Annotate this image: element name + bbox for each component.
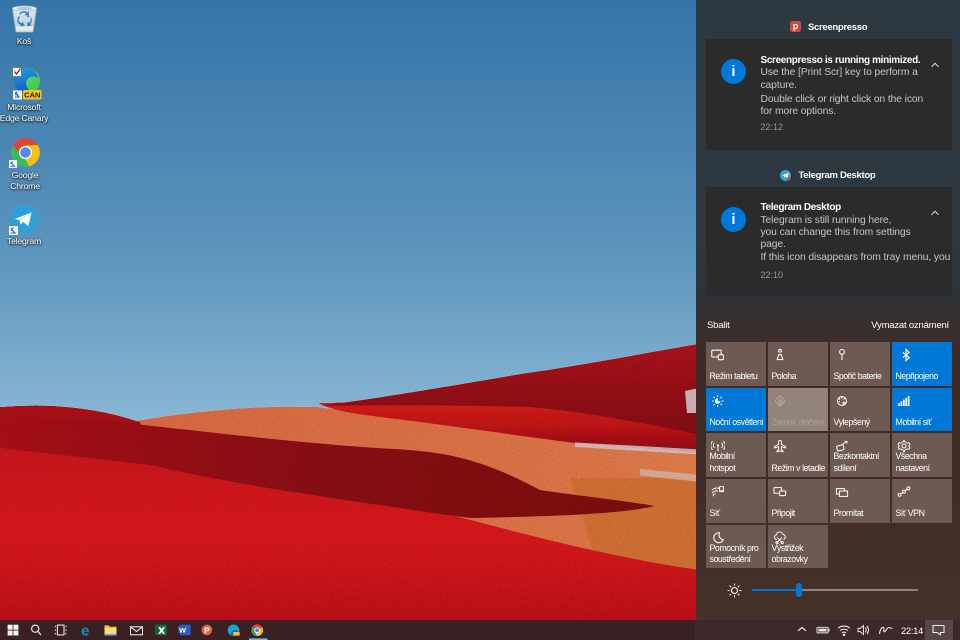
svg-text:CAN: CAN (24, 91, 40, 100)
svg-text:e: e (81, 622, 89, 639)
